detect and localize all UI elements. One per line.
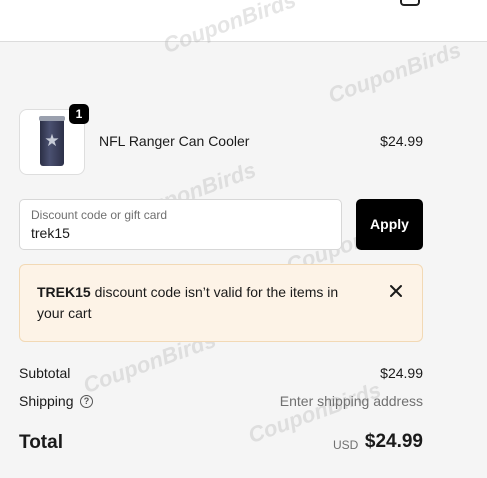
bag-icon[interactable] [400,0,420,6]
error-code: TREK15 [37,284,91,300]
close-icon[interactable] [388,283,404,299]
star-icon: ★ [44,131,60,150]
shipping-value: Enter shipping address [279,393,423,409]
apply-button[interactable]: Apply [356,199,423,250]
can-cooler-image: ★ [39,116,65,166]
total-value: $24.99 [364,431,423,452]
error-banner: TREK15 discount code isn’t valid for the… [19,264,423,342]
discount-value[interactable]: trek15 [31,225,70,241]
product-price: $24.99 [380,133,423,149]
product-name: NFL Ranger Can Cooler [99,133,250,149]
subtotal-value: $24.99 [380,365,423,381]
quantity-badge: 1 [69,104,89,124]
error-message: TREK15 discount code isn’t valid for the… [37,282,357,324]
total-currency: USD [333,438,359,452]
total-label: Total [19,432,63,453]
shipping-label: Shipping [19,393,74,409]
watermark: CouponBirds [244,376,385,449]
discount-label: Discount code or gift card [31,208,168,222]
discount-input[interactable]: Discount code or gift card trek15 [19,199,342,250]
can-rim [39,116,65,121]
watermark: CouponBirds [324,36,465,109]
subtotal-label: Subtotal [19,365,71,381]
help-icon[interactable]: ? [80,395,93,408]
header-strip [0,0,487,42]
